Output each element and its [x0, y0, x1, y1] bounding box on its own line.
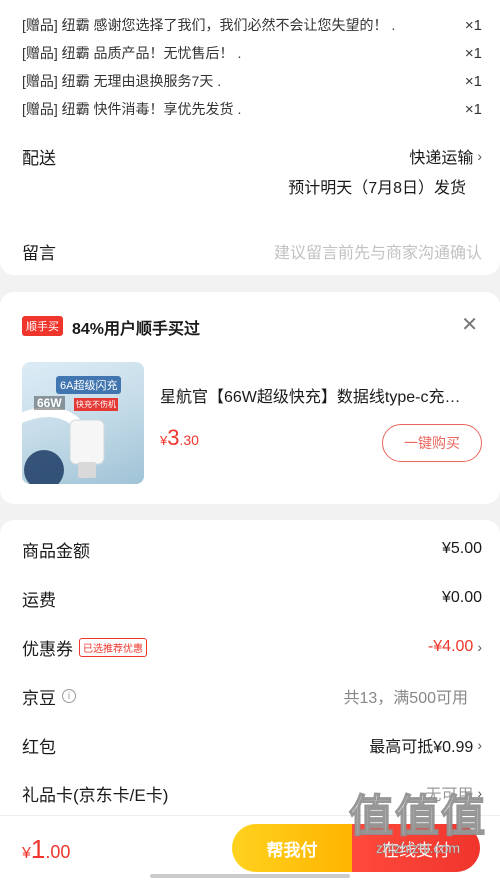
coupon-tag: 已选推荐优惠	[79, 637, 147, 657]
info-icon[interactable]: i	[62, 689, 76, 703]
product-price: ¥3.30	[160, 425, 199, 451]
total-symbol: ¥	[22, 845, 31, 862]
home-indicator	[150, 874, 350, 878]
one-click-buy-button[interactable]: 一键购买	[382, 424, 482, 462]
red-packet-value: 最高可抵¥0.99	[369, 739, 474, 756]
coupon-value-group: -¥4.00 ›	[428, 638, 482, 656]
image-caption-1: 6A超级闪充	[56, 376, 122, 394]
goods-amount-value: ¥5.00	[441, 540, 482, 557]
close-icon[interactable]: ✕	[461, 312, 478, 337]
product-title[interactable]: 星航官【66W超级快充】数据线type-c充…	[160, 383, 480, 407]
friend-pay-button[interactable]: 帮我付	[232, 824, 352, 872]
goods-amount-row: 商品金额 ¥5.00	[22, 534, 482, 564]
image-caption-2: 66W	[34, 396, 65, 410]
gift-qty: ×1	[464, 44, 482, 62]
gift-text: [赠品] 纽霸 品质产品！无忧售后！ .	[22, 45, 242, 61]
total-int: 1	[30, 834, 46, 864]
jd-bean-value: 共13，满500可用	[343, 690, 469, 707]
recommend-card: 顺手买 84%用户顺手买过 ✕ 6A超级闪充 66W 快充不伤机 星航官【66W…	[0, 292, 500, 504]
coupon-label-group: 优惠券 已选推荐优惠	[22, 635, 147, 660]
gift-qty: ×1	[464, 72, 482, 90]
chevron-right-icon: ›	[477, 737, 482, 753]
jd-bean-label: 京豆	[22, 688, 56, 708]
chevron-right-icon: ›	[477, 148, 482, 164]
gift-item: [赠品] 纽霸 品质产品！无忧售后！ . ×1	[22, 40, 482, 66]
image-caption-3: 快充不伤机	[74, 398, 118, 411]
gift-item: [赠品] 纽霸 感谢您选择了我们，我们必然不会让您失望的！ . ×1	[22, 12, 482, 38]
gift-text: [赠品] 纽霸 快件消毒！享优先发货 .	[22, 101, 242, 117]
goods-amount-label: 商品金额	[22, 541, 90, 561]
total-dec: .00	[45, 842, 71, 862]
gift-card-label: 礼品卡(京东卡/E卡)	[22, 785, 169, 805]
coupon-row[interactable]: 优惠券 已选推荐优惠 -¥4.00 ›	[22, 632, 482, 662]
delivery-method-selector[interactable]: 快递运输 ›	[409, 144, 482, 168]
delivery-eta: 预计明天（7月8日）发货	[288, 174, 466, 198]
note-placeholder: 建议留言前先与商家沟通确认	[273, 245, 482, 262]
gift-item: [赠品] 纽霸 快件消毒！享优先发货 . ×1	[22, 96, 482, 122]
watermark-logo: 值值值	[348, 791, 487, 842]
freight-value: ¥0.00	[441, 589, 482, 606]
delivery-label: 配送	[22, 149, 56, 168]
freight-row: 运费 ¥0.00	[22, 583, 482, 613]
product-image[interactable]: 6A超级闪充 66W 快充不伤机	[22, 362, 144, 484]
coupon-value: -¥4.00	[427, 638, 474, 655]
gift-text: [赠品] 纽霸 感谢您选择了我们，我们必然不会让您失望的！ .	[22, 17, 396, 33]
recommend-text: 84%用户顺手买过	[72, 321, 201, 338]
red-packet-row[interactable]: 红包 最高可抵¥0.99 ›	[22, 730, 482, 760]
red-packet-label: 红包	[22, 737, 56, 757]
gift-qty: ×1	[464, 100, 482, 118]
freight-label: 运费	[22, 590, 56, 610]
jd-bean-label-group: 京豆 i	[22, 684, 76, 709]
delivery-method: 快递运输	[409, 150, 474, 167]
red-packet-value-group: 最高可抵¥0.99 ›	[369, 733, 482, 757]
coupon-label: 优惠券	[22, 639, 73, 659]
gift-text: [赠品] 纽霸 无理由退换服务7天 .	[22, 73, 222, 89]
total-price: ¥1.00	[22, 834, 70, 865]
recommend-badge: 顺手买	[22, 316, 63, 336]
note-input[interactable]: 建议留言前先与商家沟通确认	[274, 239, 482, 263]
gift-item: [赠品] 纽霸 无理由退换服务7天 . ×1	[22, 68, 482, 94]
chevron-right-icon: ›	[477, 639, 482, 655]
price-dec: .30	[179, 432, 199, 448]
price-int: 3	[167, 425, 180, 450]
jd-bean-row[interactable]: 京豆 i 共13，满500可用	[22, 681, 482, 711]
delivery-eta-text: 预计明天（7月8日）发货	[288, 180, 466, 197]
gift-qty: ×1	[464, 16, 482, 34]
watermark: 值值值 zhizhizhi.com	[344, 780, 492, 856]
order-details-card: [赠品] 纽霸 感谢您选择了我们，我们必然不会让您失望的！ . ×1 [赠品] …	[0, 0, 500, 275]
note-label: 留言	[22, 244, 56, 263]
